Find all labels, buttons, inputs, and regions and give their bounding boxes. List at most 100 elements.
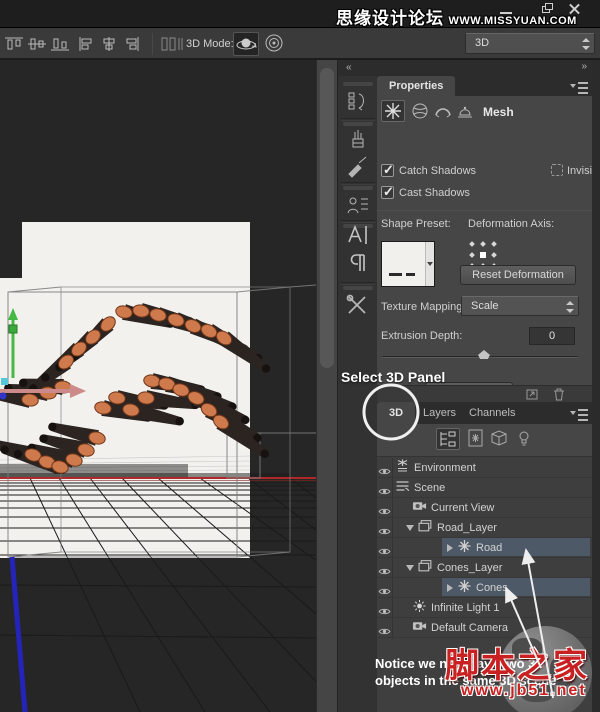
filter-meshes-button[interactable] — [465, 428, 489, 450]
dock-group-label — [343, 82, 373, 86]
restore-button[interactable] — [541, 3, 557, 15]
scene-filter-icon — [437, 429, 459, 449]
scene-icon — [395, 479, 410, 498]
tools-panel-icon[interactable] — [345, 293, 371, 317]
layer-row-scene[interactable]: Scene — [377, 478, 592, 498]
3d-rotate-icon — [234, 33, 258, 55]
character-panel-icon[interactable] — [345, 223, 371, 247]
visibility-eye-icon[interactable] — [378, 603, 392, 613]
mesh-icon — [457, 579, 472, 598]
panel-icon-dock: « — [337, 60, 377, 712]
actions-panel-icon[interactable] — [345, 89, 371, 113]
watermark-bottom-cn: 脚本之家 — [445, 638, 589, 687]
layer-label: Road — [476, 542, 502, 554]
layer-row-road[interactable]: Road — [377, 538, 592, 558]
3d-rotate-mode-button[interactable] — [233, 32, 259, 56]
layer-row-current-view[interactable]: Current View — [377, 498, 592, 518]
texture-mapping-select[interactable]: Scale — [461, 296, 579, 316]
invisible-icon[interactable] — [551, 164, 563, 176]
align-bottom-icon[interactable] — [50, 36, 70, 52]
layer-comps-panel-icon[interactable] — [345, 193, 371, 217]
align-left-icon[interactable] — [76, 36, 96, 52]
minimize-button[interactable] — [498, 3, 514, 15]
layer-row-cones[interactable]: Cones — [377, 578, 592, 598]
coordinates-section-icon[interactable] — [456, 101, 474, 119]
document-canvas[interactable] — [0, 60, 316, 712]
3d-filter-row — [377, 424, 592, 457]
expand-dock-button[interactable]: « — [338, 60, 377, 76]
mesh-section-button[interactable] — [381, 100, 405, 122]
tool-presets-panel-icon[interactable] — [345, 127, 371, 151]
expand-triangle-icon[interactable] — [447, 544, 453, 552]
layer-label: Cones — [476, 582, 508, 594]
expand-triangle-icon[interactable] — [447, 584, 453, 592]
dock-group-label — [343, 122, 373, 126]
reset-deformation-button[interactable]: Reset Deformation — [460, 265, 576, 285]
canvas-scrollbar[interactable] — [316, 60, 337, 712]
layer-row-road-layer[interactable]: Road_Layer — [377, 518, 592, 538]
cast-shadows-checkbox[interactable] — [381, 186, 394, 199]
filter-lights-button[interactable] — [513, 428, 537, 450]
dock-group-label — [343, 286, 373, 290]
visibility-eye-icon[interactable] — [378, 543, 392, 553]
3d-roll-mode-button[interactable] — [262, 32, 288, 56]
options-bar: 3D Mode: 3D — [0, 28, 600, 60]
collapse-triangle-icon[interactable] — [406, 525, 414, 531]
visibility-eye-icon[interactable] — [378, 463, 392, 473]
clip-to-layer-icon[interactable] — [525, 388, 539, 401]
layer-label: Environment — [414, 462, 476, 474]
align-vcenter-icon[interactable] — [27, 36, 47, 52]
select-stepper-icon — [581, 38, 590, 50]
visibility-eye-icon[interactable] — [378, 483, 392, 493]
tab-properties[interactable]: Properties — [377, 76, 455, 96]
filter-materials-button[interactable] — [488, 428, 512, 450]
extrusion-depth-slider[interactable] — [382, 356, 578, 358]
distribute-icon[interactable] — [160, 36, 184, 52]
align-right-icon[interactable] — [122, 36, 142, 52]
layer-label: Current View — [431, 502, 494, 514]
catch-shadows-checkbox[interactable] — [381, 164, 394, 177]
align-hcenter-icon[interactable] — [99, 36, 119, 52]
layer-row-infinite-light-1[interactable]: Infinite Light 1 — [377, 598, 592, 618]
panel-header-strip: » — [377, 60, 592, 76]
select-stepper-icon — [565, 301, 574, 313]
properties-footer — [377, 385, 592, 402]
layer-label: Infinite Light 1 — [431, 602, 500, 614]
visibility-eye-icon[interactable] — [378, 583, 392, 593]
align-top-icon[interactable] — [4, 36, 24, 52]
group-icon — [418, 559, 433, 578]
layer-label: Road_Layer — [437, 522, 497, 534]
paragraph-panel-icon[interactable] — [345, 251, 371, 275]
properties-tabbar: Properties — [377, 76, 592, 96]
tab-3d[interactable]: 3D — [377, 402, 415, 424]
filter-scene-button[interactable] — [436, 428, 460, 450]
visibility-eye-icon[interactable] — [378, 623, 392, 633]
collapse-panels-button[interactable]: » — [581, 61, 587, 72]
delete-icon[interactable] — [553, 388, 565, 401]
properties-panel-menu-icon[interactable] — [570, 81, 588, 92]
layer-row-environment[interactable]: Environment — [377, 458, 592, 478]
close-button[interactable] — [567, 3, 583, 15]
texture-mapping-value: Scale — [471, 300, 499, 312]
cap-section-icon[interactable] — [434, 102, 452, 120]
scrollbar-thumb[interactable] — [320, 68, 334, 368]
layer-row-cones-layer[interactable]: Cones_Layer — [377, 558, 592, 578]
slider-thumb[interactable] — [478, 350, 490, 359]
visibility-eye-icon[interactable] — [378, 563, 392, 573]
visibility-eye-icon[interactable] — [378, 523, 392, 533]
workspace-select[interactable]: 3D — [465, 33, 595, 54]
shape-preset-picker[interactable] — [381, 241, 435, 287]
tab-channels[interactable]: Channels — [459, 402, 525, 422]
3d-scene — [0, 60, 316, 712]
layer-label: Scene — [414, 482, 445, 494]
extrusion-depth-input[interactable]: 0 — [529, 327, 575, 345]
3d-mode-label: 3D Mode: — [186, 38, 234, 50]
minimize-icon — [500, 12, 512, 14]
collapse-triangle-icon[interactable] — [406, 565, 414, 571]
shape-preset-dropdown-icon[interactable] — [425, 242, 434, 286]
brush-panel-icon[interactable] — [345, 154, 371, 178]
select-3d-panel-callout: Select 3D Panel — [341, 369, 445, 385]
visibility-eye-icon[interactable] — [378, 503, 392, 513]
deform-section-icon[interactable] — [411, 102, 429, 120]
3d-panel-menu-icon[interactable] — [570, 408, 588, 419]
